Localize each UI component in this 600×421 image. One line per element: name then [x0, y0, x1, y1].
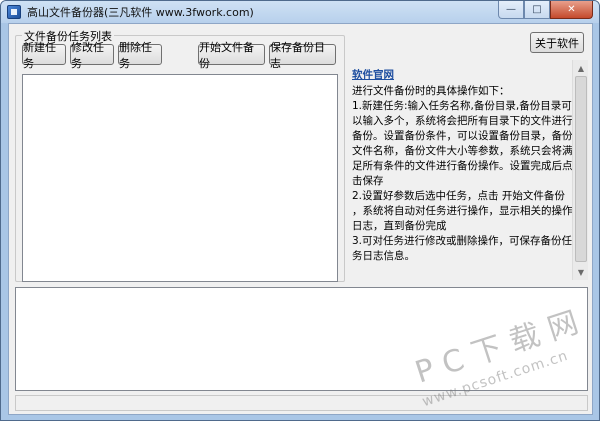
minimize-button[interactable]: —: [498, 1, 524, 19]
edit-task-button[interactable]: 修改任务: [70, 41, 114, 70]
client-area: 文件备份任务列表 新建任务 修改任务 删除任务 开始文件备份 保存备份日志 关于…: [8, 23, 593, 415]
start-backup-button[interactable]: 开始文件备份: [198, 41, 265, 70]
info-line: 进行文件备份时的具体操作如下：: [352, 85, 510, 97]
task-group-box: 文件备份任务列表 新建任务 修改任务 删除任务 开始文件备份 保存备份日志: [15, 28, 345, 282]
app-window: 高山文件备份器(三凡软件 www.3fwork.com) — □ ✕ 文件备份任…: [0, 0, 600, 421]
info-line: 2.设置好参数后选中任务，点击 开始文件备份 ，系统将自动对任务进行操作，显示相…: [352, 190, 573, 232]
app-icon: [7, 5, 21, 19]
log-output[interactable]: [15, 287, 588, 391]
scroll-up-icon[interactable]: ▲: [573, 60, 589, 76]
delete-task-button[interactable]: 删除任务: [118, 41, 162, 70]
maximize-button[interactable]: □: [524, 1, 550, 19]
scroll-thumb[interactable]: [575, 76, 587, 262]
about-button[interactable]: 关于软件: [530, 32, 584, 53]
scroll-down-icon[interactable]: ▼: [573, 264, 589, 280]
window-controls: — □ ✕: [498, 1, 593, 19]
task-list[interactable]: [22, 74, 338, 282]
save-log-button[interactable]: 保存备份日志: [269, 41, 336, 70]
window-title: 高山文件备份器(三凡软件 www.3fwork.com): [27, 6, 254, 19]
info-line: 1.新建任务:输入任务名称,备份目录,备份目录可以输入多个，系统将会把所有目录下…: [352, 100, 573, 187]
title-bar: 高山文件备份器(三凡软件 www.3fwork.com) — □ ✕: [1, 1, 599, 23]
close-button[interactable]: ✕: [550, 1, 593, 19]
status-bar: [15, 395, 588, 411]
info-line: 3.可对任务进行修改或删除操作，可保存备份任务日志信息。: [352, 235, 573, 262]
info-scrollbar[interactable]: ▲ ▼: [572, 60, 588, 280]
website-link[interactable]: 软件官网: [352, 68, 578, 83]
new-task-button[interactable]: 新建任务: [22, 41, 66, 70]
info-panel: 软件官网 进行文件备份时的具体操作如下： 1.新建任务:输入任务名称,备份目录,…: [352, 68, 578, 264]
